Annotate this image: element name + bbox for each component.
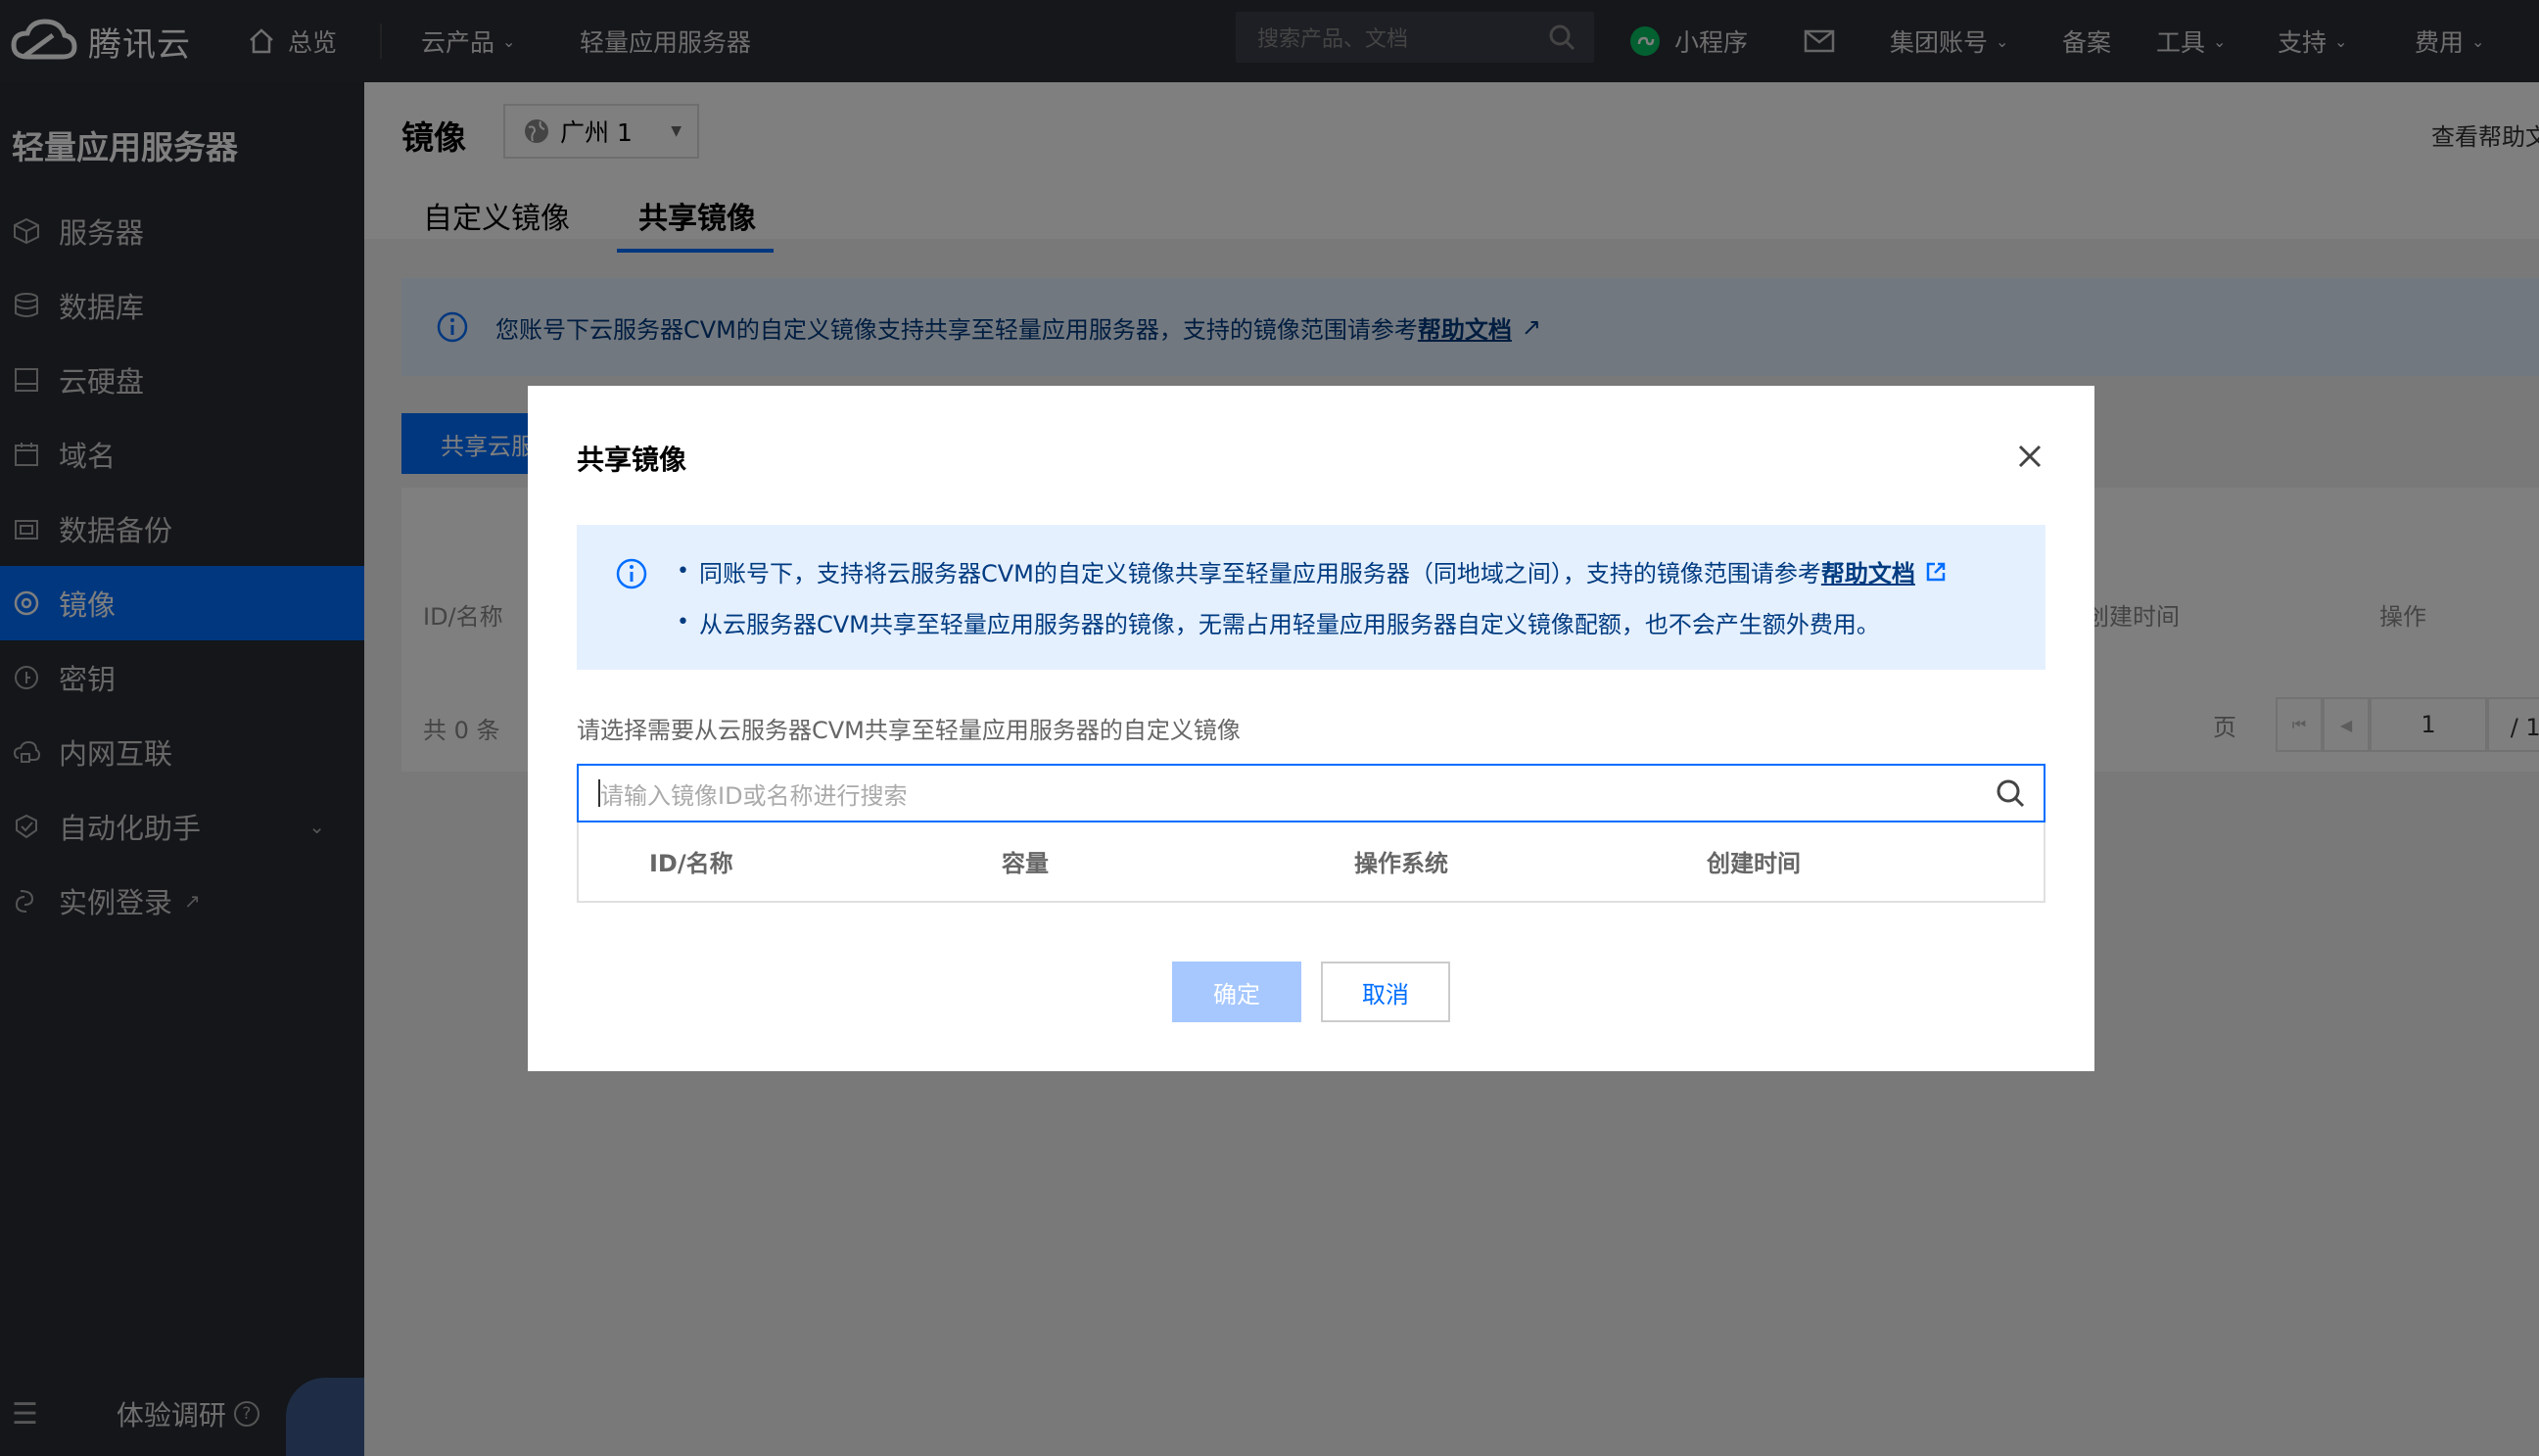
search-icon[interactable]: [1995, 777, 2026, 809]
column-header: 创建时间: [1707, 850, 1801, 877]
search-placeholder: 请输入镜像ID或名称进行搜索: [600, 781, 908, 810]
close-button[interactable]: [2014, 441, 2045, 472]
help-doc-link[interactable]: 帮助文档: [1821, 554, 1915, 588]
select-image-label: 请选择需要从云服务器CVM共享至轻量应用服务器的自定义镜像: [577, 717, 1241, 744]
image-search-input[interactable]: 请输入镜像ID或名称进行搜索: [577, 764, 2045, 822]
notice-line-2: • 从云服务器CVM共享至轻量应用服务器的镜像，无需占用轻量应用服务器自定义镜像…: [677, 605, 1880, 639]
column-header: 操作系统: [1354, 850, 1448, 877]
external-link-icon: [1926, 562, 1946, 581]
cancel-button[interactable]: 取消: [1321, 962, 1450, 1022]
share-image-dialog: 共享镜像 • 同账号下，支持将云服务器CVM的自定义镜像共享至轻量应用服务器（同…: [528, 386, 2094, 1071]
column-header: 容量: [1002, 850, 1049, 877]
bullet: •: [677, 559, 689, 584]
column-header: ID/名称: [649, 850, 733, 877]
info-icon: [616, 558, 647, 589]
notice-line-1: • 同账号下，支持将云服务器CVM的自定义镜像共享至轻量应用服务器（同地域之间）…: [677, 554, 1947, 588]
bullet: •: [677, 610, 689, 634]
image-select-table: ID/名称 容量 操作系统 创建时间: [577, 822, 2045, 903]
confirm-button[interactable]: 确定: [1172, 962, 1301, 1022]
dialog-notice: • 同账号下，支持将云服务器CVM的自定义镜像共享至轻量应用服务器（同地域之间）…: [577, 525, 2045, 670]
notice-text: 从云服务器CVM共享至轻量应用服务器的镜像，无需占用轻量应用服务器自定义镜像配额…: [698, 611, 1880, 638]
notice-text: 同账号下，支持将云服务器CVM的自定义镜像共享至轻量应用服务器（同地域之间），支…: [698, 560, 1821, 587]
dialog-title: 共享镜像: [577, 444, 687, 476]
close-icon: [2018, 445, 2042, 468]
